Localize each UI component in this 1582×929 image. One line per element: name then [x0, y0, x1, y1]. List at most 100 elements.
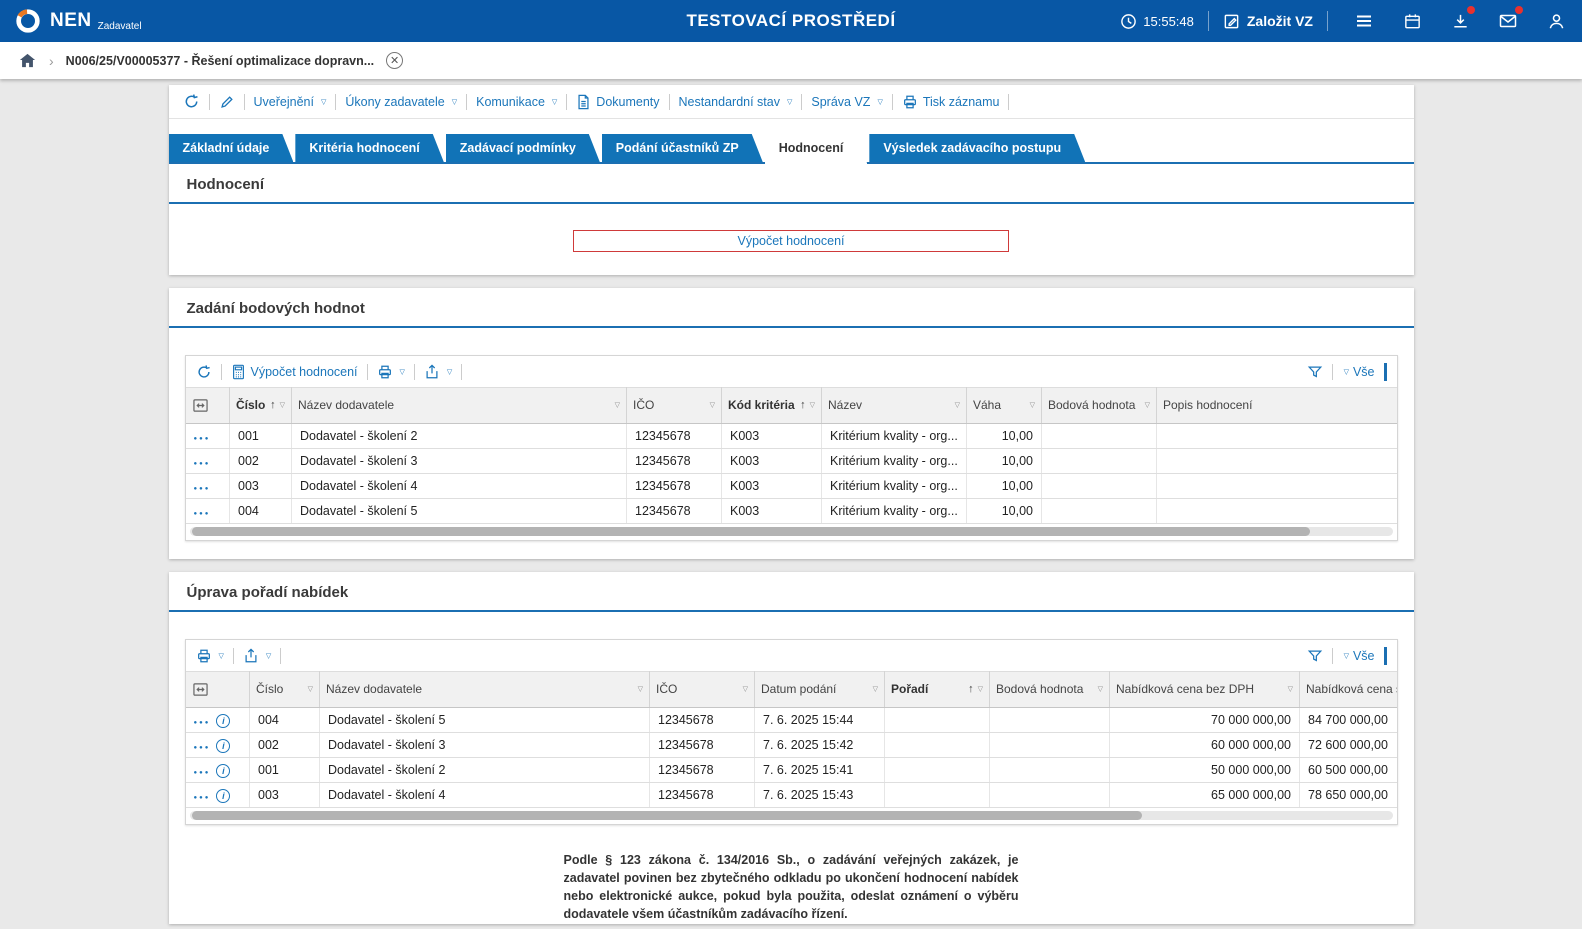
row-menu-icon[interactable]: ●●● [194, 436, 211, 442]
tab-hodnoceni[interactable]: Hodnocení [765, 134, 868, 164]
info-icon[interactable]: i [216, 789, 230, 803]
menu-dokumenty[interactable]: Dokumenty [576, 94, 659, 110]
cell-popis[interactable] [1157, 424, 1397, 449]
col-header-dodavatel[interactable]: Název dodavatele▽ [320, 672, 650, 708]
menu-label: Uveřejnění [254, 95, 314, 109]
col-header-bodova[interactable]: Bodová hodnota▽ [990, 672, 1110, 708]
cell-popis[interactable] [1157, 474, 1397, 499]
filter-icon[interactable] [1307, 648, 1323, 664]
breadcrumb-item[interactable]: N006/25/V00005377 - Řešení optimalizace … [66, 54, 374, 68]
col-header-cislo[interactable]: Číslo↑▽ [230, 388, 292, 424]
cell-poradi[interactable] [885, 783, 990, 808]
refresh-button[interactable] [196, 364, 212, 380]
col-header-cena-bez[interactable]: Nabídková cena bez DPH▽ [1110, 672, 1300, 708]
col-header-dodavatel[interactable]: Název dodavatele▽ [292, 388, 627, 424]
menu-komunikace[interactable]: Komunikace ▽ [476, 95, 557, 109]
info-icon[interactable]: i [216, 739, 230, 753]
col-label: Popis hodnocení [1163, 399, 1397, 413]
row-menu-icon[interactable]: ●●● [194, 795, 211, 801]
legal-note: Podle § 123 zákona č. 134/2016 Sb., o za… [564, 851, 1019, 924]
cell-cena-bez: 70 000 000,00 [1110, 708, 1300, 733]
cell-popis[interactable] [1157, 499, 1397, 524]
filter-all-button[interactable]: ▽ Vše [1342, 649, 1375, 663]
home-icon[interactable] [18, 51, 37, 70]
export-button[interactable]: ▽ [424, 364, 452, 380]
col-header-ico[interactable]: IČO▽ [650, 672, 755, 708]
export-button[interactable]: ▽ [243, 648, 271, 664]
menu-uverejneni[interactable]: Uveřejnění ▽ [254, 95, 327, 109]
filter-caret-icon: ▽ [1098, 685, 1103, 693]
tab-podani-ucastniku[interactable]: Podání účastníků ZP [602, 134, 763, 162]
col-header-nazev[interactable]: Název▽ [822, 388, 967, 424]
cell-dodavatel: Dodavatel - školení 2 [292, 424, 627, 449]
cell-bodova[interactable] [1042, 424, 1157, 449]
section-title-hodnoceni: Hodnocení [169, 164, 1414, 202]
divider [1332, 364, 1333, 380]
row-menu-icon[interactable]: ●●● [194, 745, 211, 751]
filter-all-label: Vše [1353, 365, 1375, 379]
messages-button[interactable] [1496, 9, 1520, 33]
col-header-bodova[interactable]: Bodová hodnota▽ [1042, 388, 1157, 424]
menu-button[interactable] [1352, 9, 1376, 33]
cell-poradi[interactable] [885, 708, 990, 733]
col-header-kod[interactable]: Kód kritéria↑▽ [722, 388, 822, 424]
filter-caret-icon: ▽ [615, 401, 620, 409]
row-menu-icon[interactable]: ●●● [194, 720, 211, 726]
cell-popis[interactable] [1157, 449, 1397, 474]
col-header-ico[interactable]: IČO▽ [627, 388, 722, 424]
user-profile-button[interactable] [1544, 9, 1568, 33]
scrollbar-thumb[interactable] [192, 527, 1311, 536]
col-header-popis[interactable]: Popis hodnocení [1157, 388, 1397, 424]
divider [1008, 94, 1009, 110]
print-grid-button[interactable]: ▽ [377, 364, 405, 380]
menu-nestandardni-stav[interactable]: Nestandardní stav ▽ [679, 95, 793, 109]
row-menu-icon[interactable]: ●●● [194, 770, 211, 776]
cell-poradi[interactable] [885, 733, 990, 758]
tab-zadavaci-podminky[interactable]: Zadávací podmínky [446, 134, 600, 162]
cell-bodova[interactable] [1042, 449, 1157, 474]
tab-vysledek-postupu[interactable]: Výsledek zadávacího postupu [869, 134, 1085, 162]
menu-ukony-zadavatele[interactable]: Úkony zadavatele ▽ [345, 95, 457, 109]
calendar-button[interactable] [1400, 9, 1424, 33]
close-icon[interactable]: ✕ [386, 52, 403, 69]
compute-evaluation-link[interactable]: Výpočet hodnocení [231, 364, 358, 380]
scrollbar-indicator[interactable] [1384, 363, 1387, 381]
scrollbar-indicator[interactable] [1384, 647, 1387, 665]
scrollbar-thumb[interactable] [192, 811, 1142, 820]
horizontal-scrollbar[interactable] [190, 811, 1393, 820]
compute-evaluation-button[interactable]: Výpočet hodnocení [573, 230, 1009, 252]
divider [244, 94, 245, 110]
filter-all-button[interactable]: ▽ Vše [1342, 365, 1375, 379]
downloads-button[interactable] [1448, 9, 1472, 33]
horizontal-scrollbar[interactable] [190, 527, 1393, 536]
print-record-button[interactable]: Tisk záznamu [902, 94, 1000, 110]
col-header-vaha[interactable]: Váha▽ [967, 388, 1042, 424]
cell-ico: 12345678 [650, 733, 755, 758]
row-menu-icon[interactable]: ●●● [194, 461, 211, 467]
cell-bodova[interactable] [1042, 474, 1157, 499]
table-row: ●●● 002 Dodavatel - školení 3 12345678 K… [186, 449, 1397, 474]
nen-logo[interactable]: NEN Zadavatel [14, 7, 142, 35]
print-grid-button[interactable]: ▽ [196, 648, 224, 664]
tab-zakladni-udaje[interactable]: Základní údaje [169, 134, 294, 162]
column-chooser[interactable] [186, 388, 230, 424]
col-header-cena-s[interactable]: Nabídková cena s DPH [1300, 672, 1397, 708]
col-header-cislo[interactable]: Číslo▽ [250, 672, 320, 708]
cell-poradi[interactable] [885, 758, 990, 783]
cell-bodova[interactable] [1042, 499, 1157, 524]
create-vz-button[interactable]: Založit VZ [1223, 13, 1313, 30]
info-icon[interactable]: i [216, 764, 230, 778]
menu-sprava-vz[interactable]: Správa VZ ▽ [811, 95, 882, 109]
col-header-poradi[interactable]: Pořadí↑▽ [885, 672, 990, 708]
info-icon[interactable]: i [216, 714, 230, 728]
cell-kod: K003 [722, 424, 822, 449]
col-header-datum[interactable]: Datum podání▽ [755, 672, 885, 708]
filter-icon[interactable] [1307, 364, 1323, 380]
tab-kriteria-hodnoceni[interactable]: Kritéria hodnocení [295, 134, 443, 162]
table-row: ●●●i 004 Dodavatel - školení 5 12345678 … [186, 708, 1397, 733]
history-button[interactable] [183, 93, 200, 110]
row-menu-icon[interactable]: ●●● [194, 511, 211, 517]
edit-record-button[interactable] [219, 94, 235, 110]
column-chooser[interactable] [186, 672, 250, 708]
row-menu-icon[interactable]: ●●● [194, 486, 211, 492]
